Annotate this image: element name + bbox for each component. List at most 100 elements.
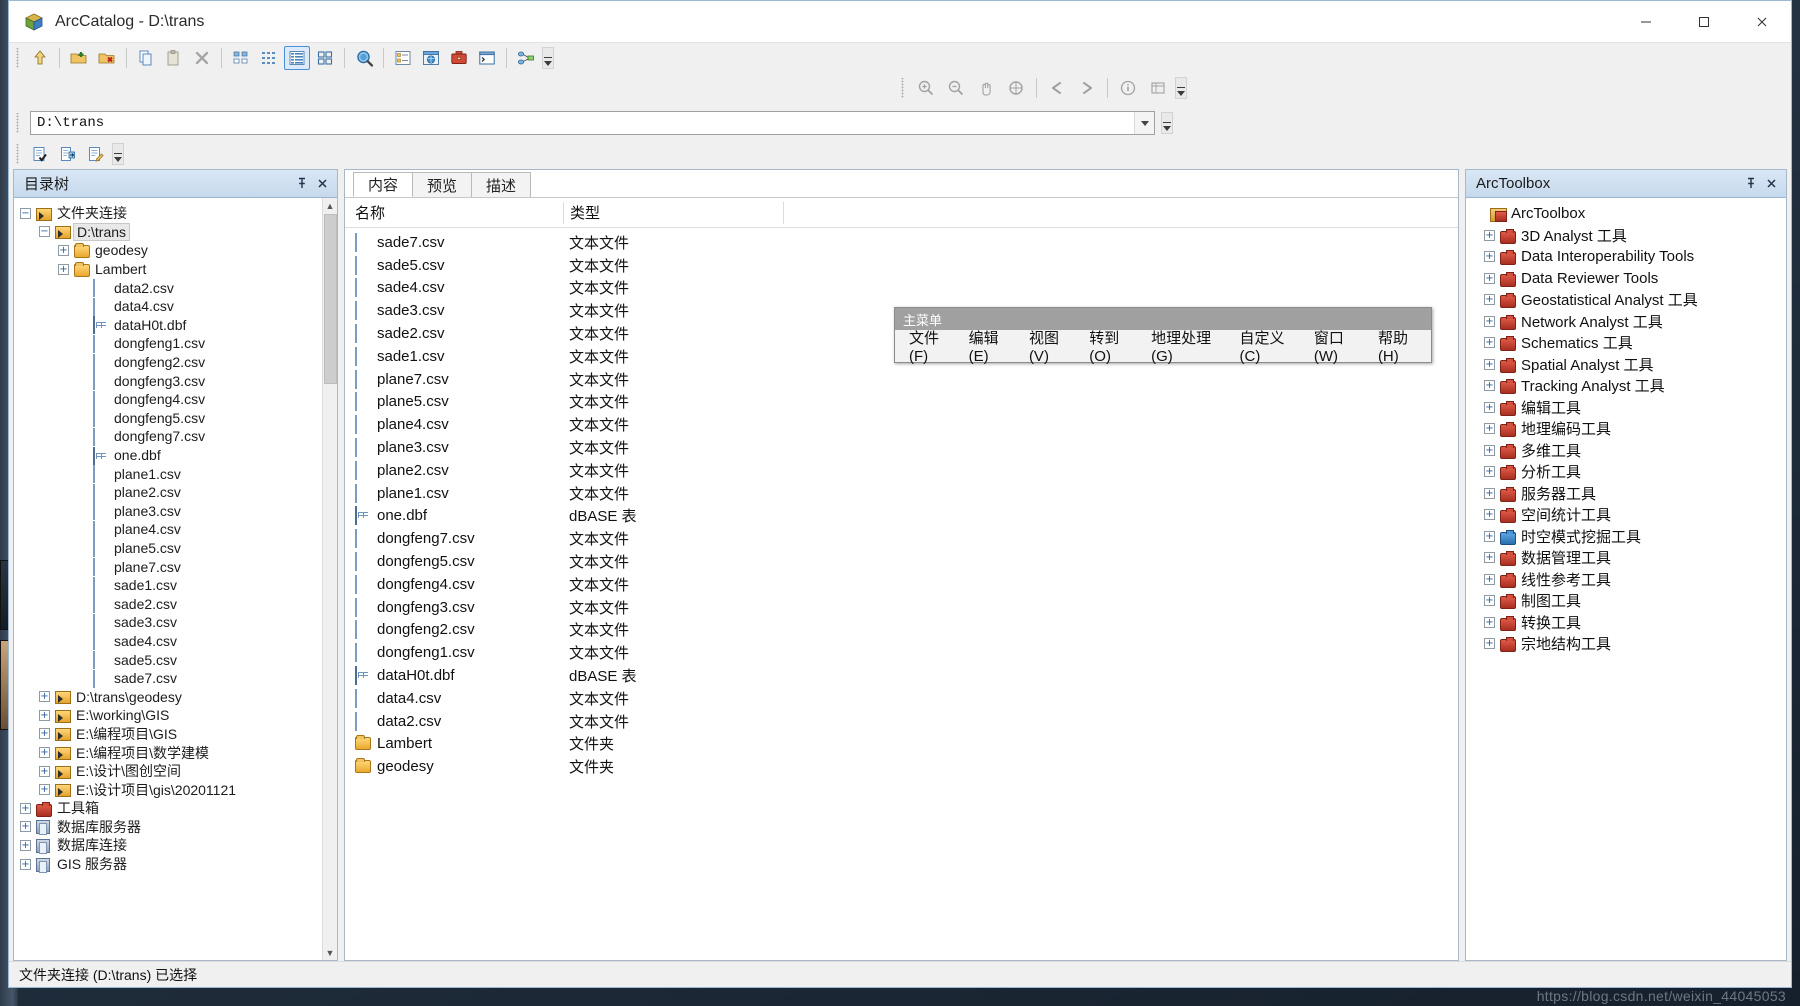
tab-contents[interactable]: 内容 xyxy=(353,172,414,197)
expand-icon[interactable]: + xyxy=(1484,638,1495,650)
tree-item[interactable]: + E:\编程项目\GIS xyxy=(20,725,337,744)
expand-icon[interactable]: + xyxy=(39,691,50,703)
table-row[interactable]: dongfeng1.csv 文本文件 xyxy=(345,641,1458,664)
tree-item[interactable]: + 工具箱 xyxy=(20,799,337,818)
tree-item[interactable]: − 文件夹连接 xyxy=(20,204,337,223)
column-header-name[interactable]: 名称 xyxy=(345,202,563,223)
expand-icon[interactable]: + xyxy=(1484,509,1495,521)
arcmap-icon[interactable] xyxy=(418,46,444,70)
tree-item[interactable]: − D:\trans xyxy=(20,222,337,242)
tree-item[interactable]: + geodesy xyxy=(20,241,337,260)
thumbnails-view-icon[interactable] xyxy=(312,46,338,70)
tree-item[interactable]: sade3.csv xyxy=(20,613,337,632)
tree-item[interactable]: dongfeng4.csv xyxy=(20,390,337,409)
expand-icon[interactable]: + xyxy=(1484,530,1495,542)
toolbox-item[interactable]: + Geostatistical Analyst 工具 xyxy=(1470,289,1786,311)
tab-preview[interactable]: 预览 xyxy=(412,172,473,197)
expand-icon[interactable]: + xyxy=(1484,573,1495,585)
import-metadata-icon[interactable] xyxy=(55,142,81,166)
expand-icon[interactable]: + xyxy=(39,784,50,796)
pin-icon[interactable] xyxy=(1742,174,1760,192)
tree-item[interactable]: sade7.csv xyxy=(20,669,337,688)
expand-icon[interactable]: + xyxy=(39,709,50,721)
connect-to-folder-icon[interactable] xyxy=(66,46,92,70)
table-row[interactable]: dongfeng7.csv 文本文件 xyxy=(345,527,1458,550)
tree-item[interactable]: dataH0t.dbf xyxy=(20,316,337,335)
tree-item[interactable]: plane7.csv xyxy=(20,557,337,577)
toolbar-grip[interactable] xyxy=(15,48,22,68)
tree-item[interactable]: + 数据库连接 xyxy=(20,836,337,855)
table-row[interactable]: data4.csv 文本文件 xyxy=(345,687,1458,710)
tree-item[interactable]: + D:\trans\geodesy xyxy=(20,687,337,706)
collapse-icon[interactable]: − xyxy=(39,226,50,238)
expand-icon[interactable]: + xyxy=(1484,444,1495,456)
copy-icon[interactable] xyxy=(133,46,159,70)
maximize-button[interactable] xyxy=(1675,1,1733,43)
table-row[interactable]: plane7.csv 文本文件 xyxy=(345,368,1458,391)
tree-item[interactable]: sade4.csv xyxy=(20,632,337,651)
tree-item[interactable]: plane4.csv xyxy=(20,520,337,539)
details-view-icon[interactable] xyxy=(284,46,310,70)
close-button[interactable] xyxy=(1733,1,1791,43)
toolbox-item[interactable]: ArcToolbox xyxy=(1470,203,1786,225)
arctoolbox-icon[interactable] xyxy=(446,46,472,70)
menu-item-6[interactable]: 窗口(W) xyxy=(1306,330,1370,365)
tree-item[interactable]: dongfeng3.csv xyxy=(20,371,337,391)
tree-item[interactable]: dongfeng7.csv xyxy=(20,427,337,446)
toolbox-item[interactable]: + Data Reviewer Tools xyxy=(1470,268,1786,290)
expand-icon[interactable]: + xyxy=(1484,315,1495,327)
search-icon[interactable] xyxy=(351,46,377,70)
pin-icon[interactable] xyxy=(293,174,311,192)
location-dropdown-button[interactable] xyxy=(1134,112,1154,134)
toolbox-item[interactable]: + 编辑工具 xyxy=(1470,397,1786,419)
toolbox-item[interactable]: + 地理编码工具 xyxy=(1470,418,1786,440)
expand-icon[interactable]: + xyxy=(20,839,31,851)
minimize-button[interactable] xyxy=(1617,1,1675,43)
tree-item[interactable]: dongfeng5.csv xyxy=(20,409,337,428)
address-toolbar-grip[interactable] xyxy=(15,113,22,133)
full-extent-icon[interactable] xyxy=(1002,76,1030,100)
expand-icon[interactable]: + xyxy=(1484,466,1495,478)
toolbox-item[interactable]: + 制图工具 xyxy=(1470,590,1786,612)
menu-item-2[interactable]: 视图(V) xyxy=(1021,330,1081,365)
model-builder-icon[interactable] xyxy=(513,46,539,70)
identify-icon[interactable] xyxy=(1114,76,1142,100)
scroll-down-icon[interactable]: ▼ xyxy=(322,945,337,960)
tab-description[interactable]: 描述 xyxy=(471,172,532,197)
table-row[interactable]: plane5.csv 文本文件 xyxy=(345,391,1458,414)
disconnect-from-folder-icon[interactable] xyxy=(94,46,120,70)
expand-icon[interactable]: + xyxy=(1484,337,1495,349)
expand-icon[interactable]: + xyxy=(1484,294,1495,306)
table-row[interactable]: dongfeng5.csv 文本文件 xyxy=(345,550,1458,573)
expand-icon[interactable]: + xyxy=(1484,487,1495,499)
close-icon[interactable] xyxy=(313,174,331,192)
tree-item[interactable]: sade5.csv xyxy=(20,650,337,670)
location-combobox[interactable] xyxy=(30,111,1155,135)
main-menu-floating-toolbar[interactable]: 主菜单 文件(F) 编辑(E) 视图(V) 转到(O) 地理处理(G) 自定义(C) 窗口(… xyxy=(894,307,1432,365)
toolbox-item[interactable]: + 分析工具 xyxy=(1470,461,1786,483)
forward-icon[interactable] xyxy=(1073,76,1101,100)
tree-item[interactable]: data2.csv xyxy=(20,278,337,298)
zoom-out-icon[interactable] xyxy=(942,76,970,100)
edit-metadata-icon[interactable] xyxy=(83,142,109,166)
geoprocessing-toolbar-grip[interactable] xyxy=(900,78,907,98)
list-view-icon[interactable] xyxy=(256,46,282,70)
expand-icon[interactable]: + xyxy=(1484,358,1495,370)
table-row[interactable]: plane3.csv 文本文件 xyxy=(345,436,1458,459)
toolbox-item[interactable]: + 数据管理工具 xyxy=(1470,547,1786,569)
menu-item-1[interactable]: 编辑(E) xyxy=(961,330,1021,365)
toolbox-item[interactable]: + Network Analyst 工具 xyxy=(1470,311,1786,333)
expand-icon[interactable]: + xyxy=(1484,251,1495,263)
tree-item[interactable]: + E:\设计项目\gis\20201121 xyxy=(20,780,337,799)
table-row[interactable]: Lambert 文件夹 xyxy=(345,733,1458,756)
toolbox-item[interactable]: + Tracking Analyst 工具 xyxy=(1470,375,1786,397)
tree-item[interactable]: dongfeng2.csv xyxy=(20,353,337,372)
zoom-in-icon[interactable] xyxy=(912,76,940,100)
column-header-type[interactable]: 类型 xyxy=(563,201,783,224)
tree-item[interactable]: + E:\设计\图创空间 xyxy=(20,762,337,781)
tree-item[interactable]: sade1.csv xyxy=(20,576,337,595)
new-metadata-icon[interactable] xyxy=(27,142,53,166)
table-row[interactable]: one.dbf dBASE 表 xyxy=(345,505,1458,528)
tree-item[interactable]: data4.csv xyxy=(20,297,337,316)
tree-item[interactable]: + 数据库服务器 xyxy=(20,818,337,837)
